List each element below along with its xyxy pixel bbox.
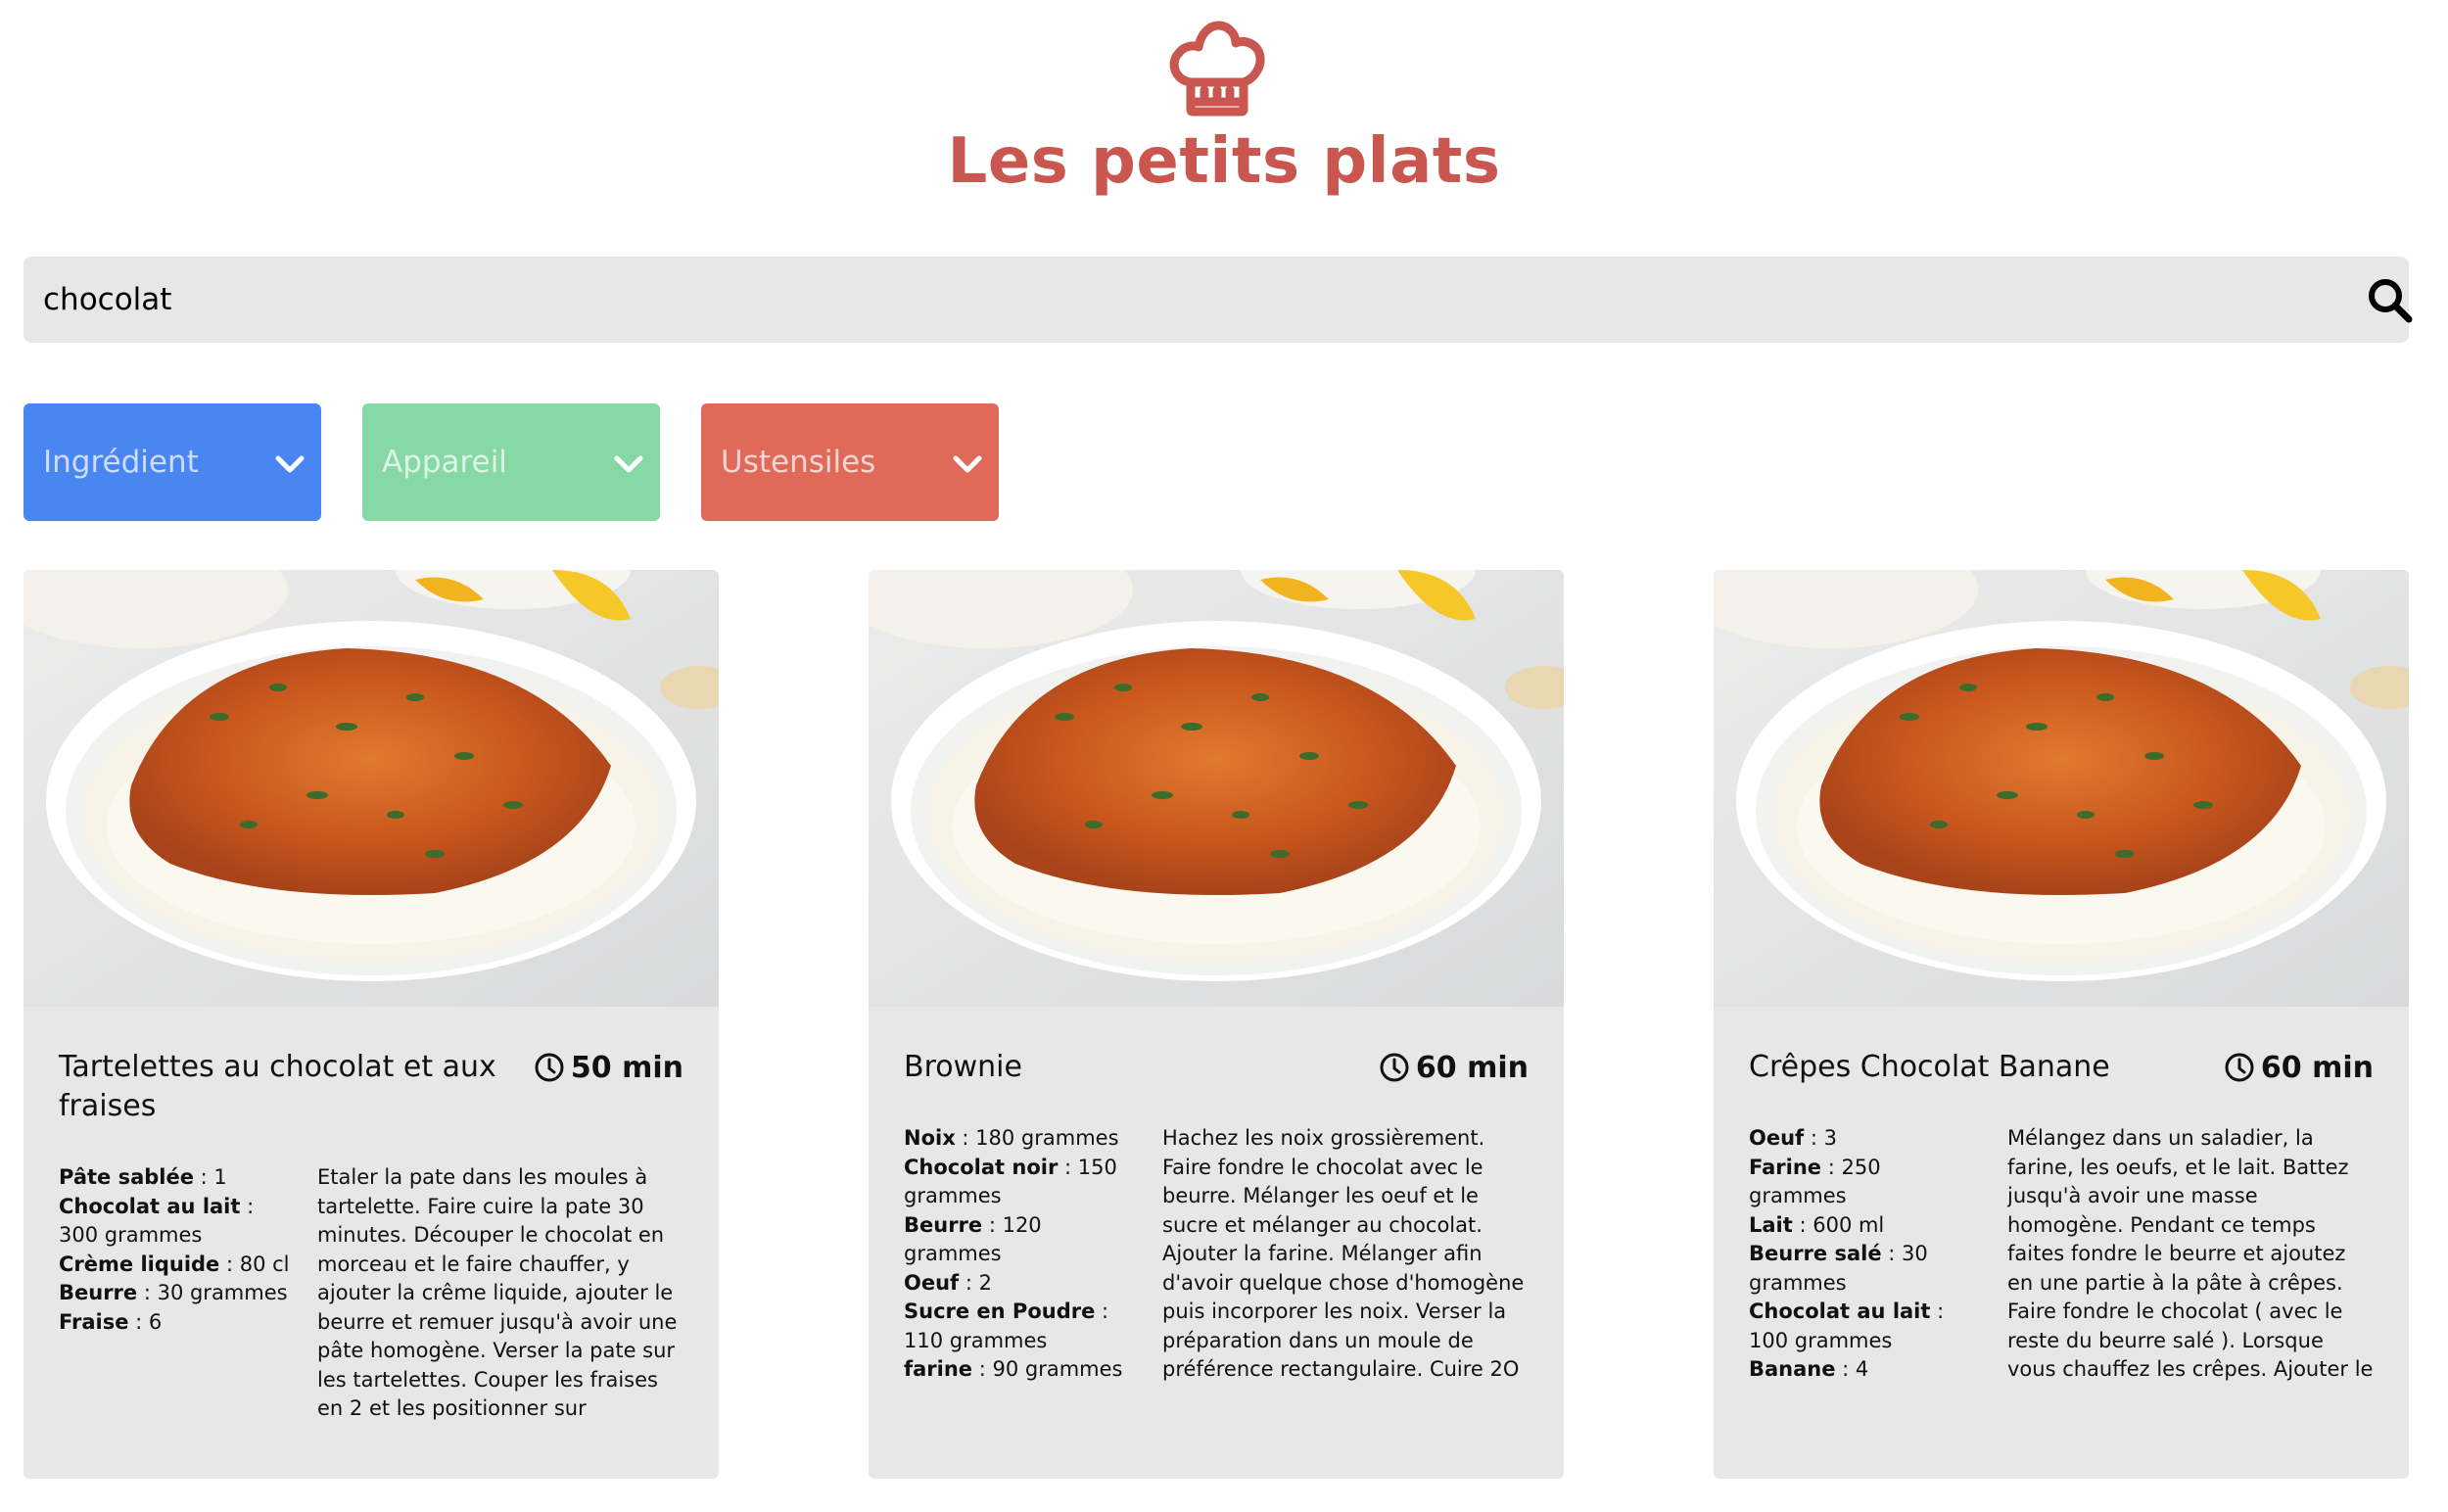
search-bar [24,257,2413,343]
recipe-card[interactable]: Brownie 60 min Noix : 180 grammes Chocol… [869,570,1564,1479]
ingredient-list: Pâte sablée : 1 Chocolat au lait : 300 g… [59,1163,294,1337]
ingredient-item: Crème liquide : 80 cl [59,1252,290,1276]
ingredient-list: Noix : 180 grammes Chocolat noir : 150 g… [904,1124,1139,1385]
ingredient-item: Chocolat au lait : 100 grammes [1749,1299,1945,1352]
ingredient-item: Beurre : 120 grammes [904,1212,1042,1266]
recipe-title: Brownie [904,1050,1022,1084]
filter-ustensiles-label: Ustensiles [721,445,876,480]
chevron-down-icon [953,455,982,473]
ingredient-item: Beurre : 30 grammes [59,1281,288,1304]
ingredient-item: Fraise : 6 [59,1309,163,1334]
recipe-time-value: 60 min [1415,1050,1529,1085]
recipe-time: 50 min [534,1048,683,1087]
recipe-description: Mélangez dans un saladier, la farine, le… [2007,1126,2374,1381]
ingredient-item: Sucre en Poudre : 110 grammes [904,1299,1109,1352]
ingredient-item: Chocolat noir : 150 grammes [904,1155,1117,1208]
recipe-time: 60 min [2224,1048,2374,1087]
dish-photo [1714,570,2409,1007]
ingredient-item: Beurre salé : 30 grammes [1749,1242,1928,1295]
dish-photo [24,570,719,1007]
recipe-card[interactable]: Tartelettes au chocolat et aux fraises 5… [24,570,719,1479]
clock-icon [1380,1053,1409,1082]
ingredient-item: Chocolat au lait : 300 grammes [59,1194,255,1248]
recipe-description: Hachez les noix grossièrement. Faire fon… [1162,1126,1525,1381]
search-icon[interactable] [2366,276,2415,325]
ingredient-item: Noix : 180 grammes [904,1126,1119,1150]
filter-ingredient-label: Ingrédient [43,445,199,480]
dish-photo [869,570,1564,1007]
page-title: Les petits plats [947,125,1501,198]
filter-appareil-label: Appareil [382,445,507,480]
recipe-description: Etaler la pate dans les moules à tartele… [317,1165,678,1420]
recipe-time: 60 min [1379,1048,1529,1087]
clock-icon [535,1053,564,1082]
chevron-down-icon [614,455,643,473]
filter-ustensiles-dropdown[interactable]: Ustensiles [701,403,999,521]
ingredient-item: Oeuf : 2 [904,1270,992,1295]
chef-hat-icon [1169,21,1265,117]
filter-ingredient-dropdown[interactable]: Ingrédient [24,403,321,521]
recipe-time-value: 60 min [2260,1050,2374,1085]
ingredient-item: Pâte sablée : 1 [59,1165,227,1189]
recipe-card[interactable]: Crêpes Chocolat Banane 60 min Oeuf : 3 F… [1714,570,2409,1479]
filter-appareil-dropdown[interactable]: Appareil [362,403,660,521]
page-header: Les petits plats [0,0,2448,225]
ingredient-item: Oeuf : 3 [1749,1126,1837,1150]
ingredient-item: Farine : 250 grammes [1749,1155,1881,1208]
ingredient-list: Oeuf : 3 Farine : 250 grammes Lait : 600… [1749,1124,1984,1385]
ingredient-item: Banane : 4 [1749,1357,1869,1381]
chevron-down-icon [275,455,305,473]
ingredient-item: farine : 90 grammes [904,1357,1123,1381]
clock-icon [2225,1053,2254,1082]
ingredient-item: Lait : 600 ml [1749,1212,1885,1237]
recipe-title: Crêpes Chocolat Banane [1749,1050,2110,1084]
search-input[interactable] [43,257,2295,343]
recipe-title: Tartelettes au chocolat et aux fraises [59,1050,496,1123]
recipe-time-value: 50 min [570,1050,683,1085]
